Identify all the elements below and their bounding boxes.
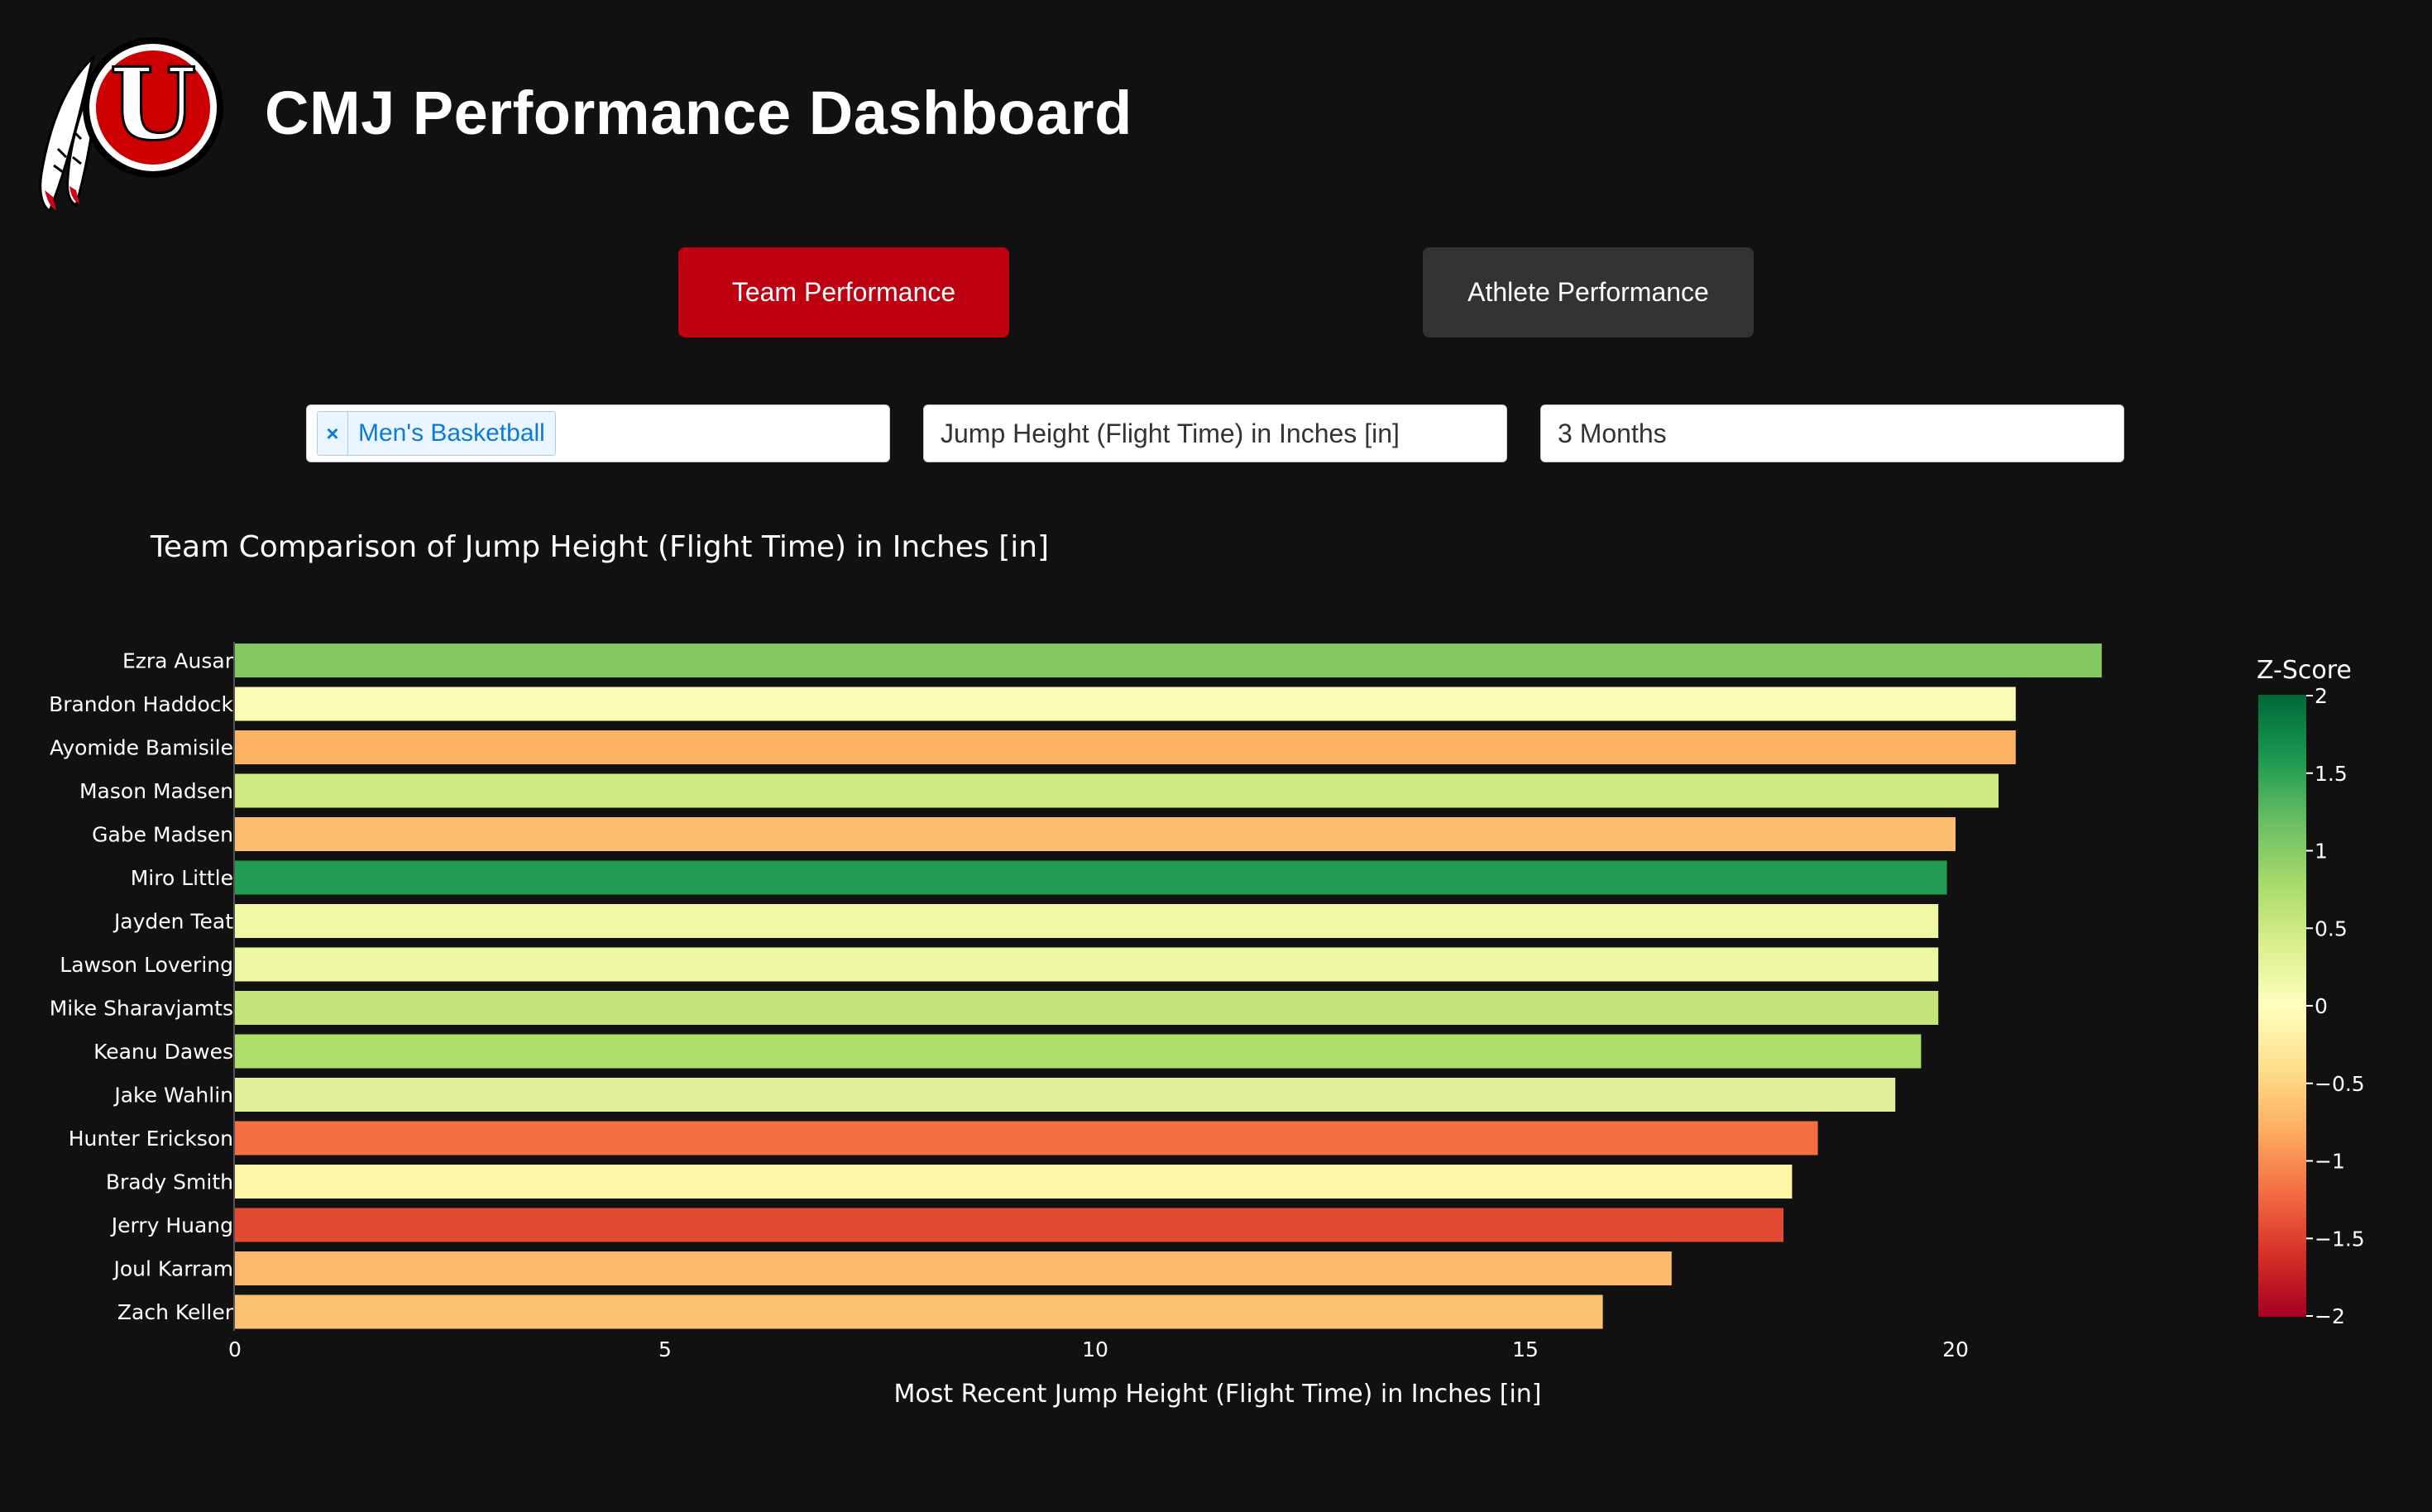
bar-mike-sharavjamts: [235, 991, 1939, 1025]
y-tick-label: Ezra Ausar: [122, 649, 234, 673]
x-tick-label: 20: [1942, 1337, 1969, 1361]
bar-miro-little: [235, 860, 1947, 895]
y-tick-label: Hunter Erickson: [69, 1127, 233, 1151]
colorbar: [2258, 695, 2306, 1317]
metric-select-value: Jump Height (Flight Time) in Inches [in]: [941, 418, 1400, 448]
y-tick-label: Brandon Haddock: [49, 692, 233, 716]
x-tick-label: 0: [228, 1337, 242, 1361]
colorbar-tick-label: −1: [2315, 1150, 2345, 1174]
y-tick-label: Jake Wahlin: [113, 1084, 233, 1108]
y-tick-label: Keanu Dawes: [93, 1040, 233, 1064]
y-tick-label: Lawson Lovering: [60, 953, 233, 977]
y-tick-label: Ayomide Bamisile: [50, 736, 233, 760]
colorbar-tick-label: −0.5: [2315, 1072, 2365, 1096]
date-range-select-value: 3 Months: [1558, 418, 1667, 448]
bar-zach-keller: [235, 1294, 1603, 1329]
team-select[interactable]: × Men's Basketball: [306, 404, 890, 462]
colorbar-tick-label: 1: [2315, 840, 2328, 864]
remove-tag-icon[interactable]: ×: [318, 412, 348, 455]
bar-joul-karram: [235, 1251, 1672, 1285]
bar-mason-madsen: [235, 773, 1999, 808]
date-range-select[interactable]: 3 Months: [1540, 404, 2124, 462]
bar-ayomide-bamisile: [235, 730, 2016, 764]
y-tick-label: Zach Keller: [117, 1300, 234, 1324]
x-tick-label: 10: [1082, 1337, 1108, 1361]
y-tick-label: Miro Little: [131, 866, 233, 890]
bar-brady-smith: [235, 1165, 1793, 1199]
colorbar-tick-label: −1.5: [2315, 1227, 2365, 1251]
bar-keanu-dawes: [235, 1034, 1922, 1069]
x-tick-label: 15: [1512, 1337, 1539, 1361]
selected-team-label: Men's Basketball: [358, 419, 545, 447]
y-tick-label: Mike Sharavjamts: [50, 997, 233, 1021]
colorbar-tick-label: 0.5: [2315, 916, 2348, 940]
y-tick-label: Mason Madsen: [79, 779, 233, 803]
selected-team-tag: × Men's Basketball: [317, 411, 556, 456]
y-tick-label: Jayden Teat: [113, 910, 233, 934]
bar-hunter-erickson: [235, 1121, 1818, 1156]
x-tick-label: 5: [658, 1337, 672, 1361]
colorbar-tick-label: 2: [2315, 684, 2328, 708]
chart-title: Team Comparison of Jump Height (Flight T…: [150, 530, 1049, 564]
bar-gabe-madsen: [235, 817, 1956, 851]
page-title: CMJ Performance Dashboard: [265, 79, 1132, 147]
colorbar-tick-label: −2: [2315, 1304, 2345, 1328]
bar-jerry-huang: [235, 1208, 1783, 1242]
colorbar-title: Z-Score: [2257, 656, 2352, 685]
colorbar-tick-label: 1.5: [2315, 762, 2348, 786]
y-tick-label: Brady Smith: [106, 1170, 233, 1194]
bar-ezra-ausar: [235, 644, 2102, 677]
athlete-performance-button[interactable]: Athlete Performance: [1423, 247, 1754, 337]
logo-icon: U: [39, 37, 223, 213]
bar-jayden-teat: [235, 904, 1939, 938]
metric-select[interactable]: Jump Height (Flight Time) in Inches [in]: [923, 404, 1507, 462]
bar-jake-wahlin: [235, 1078, 1896, 1112]
bar-brandon-haddock: [235, 687, 2016, 721]
y-tick-label: Joul Karram: [113, 1257, 233, 1281]
x-axis-label: Most Recent Jump Height (Flight Time) in…: [893, 1380, 1541, 1409]
logo-letter: U: [110, 46, 197, 163]
colorbar-tick-label: 0: [2315, 994, 2328, 1018]
team-performance-button[interactable]: Team Performance: [678, 247, 1009, 337]
y-tick-label: Jerry Huang: [110, 1213, 233, 1237]
y-tick-label: Gabe Madsen: [92, 823, 233, 847]
bar-lawson-lovering: [235, 947, 1939, 982]
team-comparison-chart: Team Comparison of Jump Height (Flight T…: [49, 530, 2365, 1409]
